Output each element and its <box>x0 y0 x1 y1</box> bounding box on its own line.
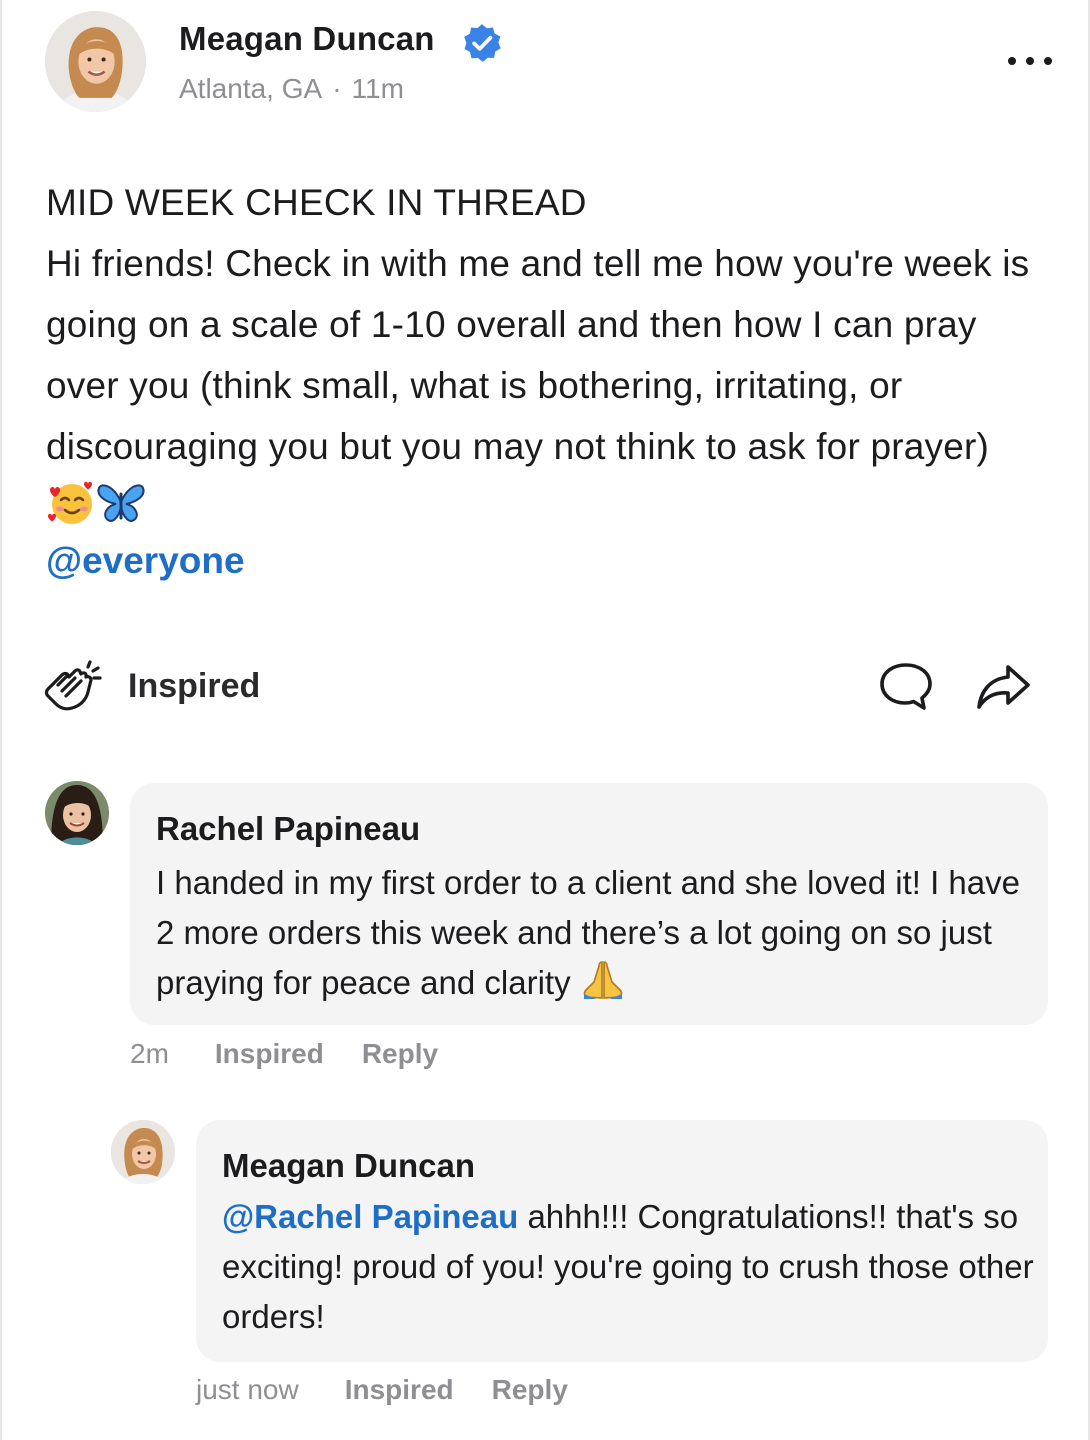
everyone-mention-link[interactable]: @everyone <box>46 540 245 582</box>
reply-inspired-button[interactable]: Inspired <box>345 1374 454 1405</box>
smiling-face-with-hearts-emoji <box>48 481 92 524</box>
post-actions: Inspired <box>42 655 1042 719</box>
reply-meta: just now Inspired Reply <box>196 1374 568 1406</box>
comment-meta: 2m Inspired Reply <box>130 1038 438 1070</box>
share-icon[interactable] <box>974 661 1032 713</box>
post-body: MID WEEK CHECK IN THREAD Hi friends! Che… <box>46 172 1046 538</box>
reply-mention-link[interactable]: @Rachel Papineau <box>222 1198 518 1235</box>
post-header: Meagan Duncan Atlanta, GA · 11m <box>45 11 1055 112</box>
post-text: Hi friends! Check in with me and tell me… <box>46 243 1030 467</box>
comment-author-name[interactable]: Rachel Papineau <box>156 810 420 848</box>
author-location: Atlanta, GA <box>179 73 323 104</box>
inspired-reaction-label[interactable]: Inspired <box>128 667 260 706</box>
post-meta: Atlanta, GA · 11m <box>179 73 404 105</box>
meta-separator: · <box>332 73 342 104</box>
author-name[interactable]: Meagan Duncan <box>179 20 435 58</box>
butterfly-emoji <box>97 484 145 522</box>
clapping-hands-icon[interactable] <box>42 659 102 715</box>
folded-hands-emoji <box>583 961 623 999</box>
comment-icon[interactable] <box>878 661 934 713</box>
reply-time: just now <box>196 1374 299 1405</box>
reply-author-name[interactable]: Meagan Duncan <box>222 1147 475 1185</box>
post-screen: Meagan Duncan Atlanta, GA · 11m MID WEEK C… <box>0 0 1090 1440</box>
more-options-icon[interactable] <box>1005 49 1055 73</box>
post-title: MID WEEK CHECK IN THREAD <box>46 182 587 223</box>
commenter-avatar[interactable] <box>45 781 109 845</box>
reply-author-avatar[interactable] <box>111 1120 175 1184</box>
comment-text: I handed in my first order to a client a… <box>156 858 1036 1008</box>
reply-reply-button[interactable]: Reply <box>492 1374 568 1405</box>
verified-badge-icon <box>464 24 501 62</box>
comment-inspired-button[interactable]: Inspired <box>215 1038 324 1069</box>
comment-reply-button[interactable]: Reply <box>362 1038 438 1069</box>
comment-time: 2m <box>130 1038 169 1069</box>
reply-text: @Rachel Papineau ahhh!!! Congratulations… <box>222 1192 1037 1342</box>
author-avatar[interactable] <box>45 11 146 112</box>
post-time: 11m <box>351 73 404 104</box>
